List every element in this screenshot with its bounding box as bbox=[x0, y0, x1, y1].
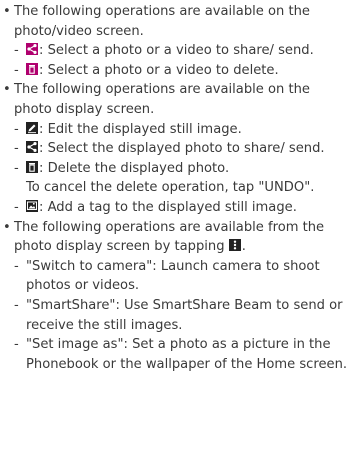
item-text: : Select a photo or a video to delete. bbox=[39, 62, 279, 78]
trash-icon bbox=[26, 160, 38, 173]
dash: - bbox=[14, 160, 19, 176]
section-intro: The following operations are available o… bbox=[14, 4, 310, 39]
share-icon bbox=[26, 43, 38, 56]
item-text: : Select a photo or a video to share/ se… bbox=[39, 43, 314, 59]
list-item: - : Edit the displayed still image. bbox=[3, 120, 351, 140]
list-item: - "Switch to camera": Launch camera to s… bbox=[3, 257, 351, 296]
list-item: - "Set image as": Set a photo as a pictu… bbox=[3, 335, 351, 374]
dash: - bbox=[14, 121, 19, 137]
bullet: • bbox=[3, 82, 11, 98]
dash: - bbox=[14, 297, 19, 313]
item-text: : Add a tag to the displayed still image… bbox=[39, 199, 297, 215]
item-text: : Select the displayed photo to share/ s… bbox=[39, 141, 325, 157]
dash: - bbox=[14, 258, 19, 274]
section-menu-options: • The following operations are available… bbox=[3, 218, 351, 257]
list-item: - : Select a photo or a video to share/ … bbox=[3, 41, 351, 61]
menu-icon bbox=[228, 239, 241, 252]
share-icon bbox=[26, 141, 38, 154]
bullet: • bbox=[3, 4, 11, 19]
section-photo-video-screen: • The following operations are available… bbox=[3, 2, 351, 41]
item-text: "SmartShare": Use SmartShare Beam to sen… bbox=[26, 297, 343, 333]
list-item: - : Add a tag to the displayed still ima… bbox=[3, 198, 351, 218]
list-item: - : Select a photo or a video to delete. bbox=[3, 61, 351, 81]
item-text: "Switch to camera": Launch camera to sho… bbox=[26, 258, 320, 294]
section-intro: The following operations are available f… bbox=[14, 219, 325, 255]
dash: - bbox=[14, 62, 19, 78]
dash: - bbox=[14, 337, 19, 353]
item-text: "Set image as": Set a photo as a picture… bbox=[26, 337, 348, 372]
dash: - bbox=[14, 141, 19, 157]
item-text: : Delete the displayed photo. bbox=[39, 160, 230, 176]
tag-icon bbox=[26, 199, 38, 212]
list-item: - : Select the displayed photo to share/… bbox=[3, 139, 351, 159]
section-intro: The following operations are available o… bbox=[14, 82, 310, 117]
manual-page: • The following operations are available… bbox=[0, 0, 351, 374]
bullet: • bbox=[3, 219, 11, 235]
trash-icon bbox=[26, 62, 38, 75]
dash: - bbox=[14, 43, 19, 59]
edit-icon bbox=[26, 121, 38, 134]
section-intro-end: . bbox=[241, 239, 246, 255]
section-photo-display-screen: • The following operations are available… bbox=[3, 80, 351, 119]
item-note: To cancel the delete operation, tap "UND… bbox=[26, 180, 315, 196]
list-item: - "SmartShare": Use SmartShare Beam to s… bbox=[3, 296, 351, 335]
dash: - bbox=[14, 199, 19, 215]
list-item: - : Delete the displayed photo. bbox=[3, 159, 351, 179]
item-text: : Edit the displayed still image. bbox=[39, 121, 242, 137]
